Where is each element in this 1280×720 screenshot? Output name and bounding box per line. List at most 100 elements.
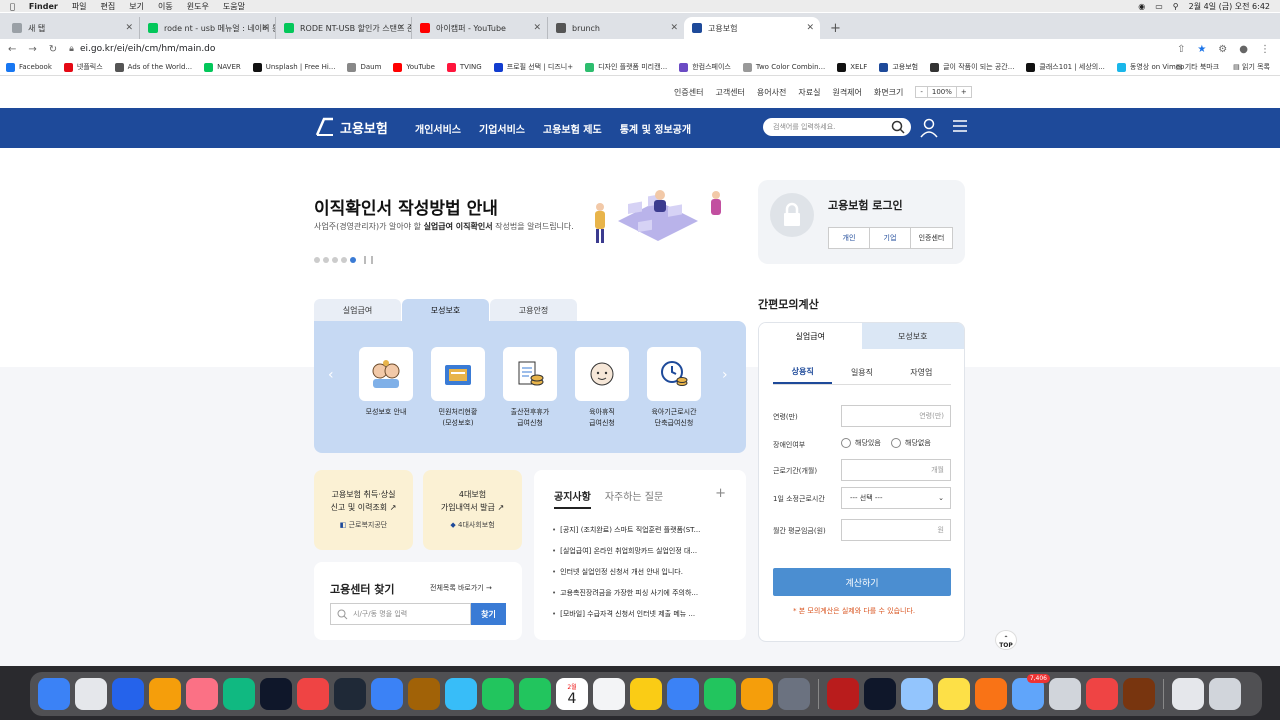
pause-icon[interactable] xyxy=(371,256,373,264)
bookmark-item[interactable]: Daum xyxy=(347,62,381,72)
dock-app-icon[interactable] xyxy=(149,678,181,710)
center-search-button[interactable]: 찾기 xyxy=(471,603,506,625)
bookmark-item[interactable]: 프로필 선택 | 디즈니+ xyxy=(493,62,573,72)
calc-tab-unemployment[interactable]: 실업급여 xyxy=(759,323,862,349)
forward-icon[interactable]: → xyxy=(28,44,36,55)
service-maternity-info[interactable]: 모성보호 안내 xyxy=(350,347,422,418)
banner-dot[interactable] xyxy=(323,257,329,263)
pause-icon[interactable] xyxy=(364,256,366,264)
bookmark-item[interactable]: XELF xyxy=(837,62,867,72)
radio-disabled-no[interactable]: 해당없음 xyxy=(891,438,931,448)
util-cert[interactable]: 인증센터 xyxy=(674,87,703,98)
login-cert-button[interactable]: 인증센터 xyxy=(911,228,952,248)
wage-input[interactable]: 원 xyxy=(841,519,951,541)
notice-item[interactable]: [공지] (조치완료) 스마트 직업훈련 플랫폼(ST... xyxy=(552,525,730,546)
dock-app-icon[interactable] xyxy=(297,678,329,710)
dock-app-icon[interactable] xyxy=(1086,678,1118,710)
dock-app-icon[interactable] xyxy=(445,678,477,710)
reload-icon[interactable]: ↻ xyxy=(49,44,57,55)
notice-item[interactable]: 인터넷 실업인정 신청서 개선 안내 입니다. xyxy=(552,567,730,588)
dock-app-icon[interactable] xyxy=(593,678,625,710)
dock-app-icon[interactable] xyxy=(864,678,896,710)
tab-new[interactable]: 새 탭 ✕ xyxy=(4,17,140,39)
dock-app-icon[interactable] xyxy=(778,678,810,710)
service-parental-leave[interactable]: 육아휴직 급여신청 xyxy=(566,347,638,429)
dock-app-icon[interactable] xyxy=(938,678,970,710)
menu-finder[interactable]: Finder xyxy=(29,2,58,11)
bookmark-item[interactable]: 한컴스페이스 xyxy=(679,62,731,72)
bookmark-item[interactable]: 클래스101 | 세상의... xyxy=(1026,62,1105,72)
tab-naver-shopping[interactable]: RODE NT-USB 할인가 스탠드 존문 ✕ xyxy=(276,17,412,39)
login-personal-button[interactable]: 개인 xyxy=(829,228,870,248)
tab-naver-search[interactable]: rode nt - usb 메뉴얼 : 네이버 통합 ✕ xyxy=(140,17,276,39)
quick-link-4insurance[interactable]: 4대보험 가입내역서 발급 ↗ ◆ 4대사회보험 xyxy=(423,470,522,550)
bookmark-item[interactable]: Facebook xyxy=(6,62,52,72)
site-logo[interactable]: 고용보험 xyxy=(314,117,388,137)
banner-dot[interactable] xyxy=(332,257,338,263)
scroll-top-button[interactable]: ⌃ TOP xyxy=(995,630,1017,650)
hamburger-menu-icon[interactable] xyxy=(952,118,968,134)
close-icon[interactable]: ✕ xyxy=(125,23,133,33)
period-input[interactable]: 개월 xyxy=(841,459,951,481)
hours-select[interactable]: --- 선택 --- ⌄ xyxy=(841,487,951,509)
menu-file[interactable]: 파일 xyxy=(72,1,87,12)
age-input[interactable]: 연령(만) xyxy=(841,405,951,427)
login-business-button[interactable]: 기업 xyxy=(870,228,911,248)
radio-disabled-yes[interactable]: 해당있음 xyxy=(841,438,881,448)
bookmark-item[interactable]: 디자인 플랫폼 미리캔... xyxy=(585,62,667,72)
more-icon[interactable]: ⋮ xyxy=(1260,44,1270,55)
calc-subtab-self[interactable]: 자영업 xyxy=(892,360,951,384)
wifi-icon[interactable]: ◉ xyxy=(1138,2,1145,11)
dock-app-icon[interactable] xyxy=(482,678,514,710)
dock-app-icon[interactable] xyxy=(223,678,255,710)
tab-unemployment[interactable]: 실업급여 xyxy=(314,299,401,321)
dock-app-icon[interactable] xyxy=(519,678,551,710)
menu-view[interactable]: 보기 xyxy=(129,1,144,12)
tab-maternity[interactable]: 모성보호 xyxy=(402,299,489,321)
banner-dot[interactable] xyxy=(341,257,347,263)
bookmark-item[interactable]: YouTube xyxy=(393,62,435,72)
dock-app-icon[interactable] xyxy=(630,678,662,710)
calendar-icon[interactable]: 2월 4 xyxy=(556,678,588,710)
close-icon[interactable]: ✕ xyxy=(806,23,814,33)
dock-app-icon[interactable] xyxy=(75,678,107,710)
bookmark-item[interactable]: 동영상 on Vimeo xyxy=(1116,62,1184,72)
trash-icon[interactable] xyxy=(1172,678,1204,710)
bookmark-item[interactable]: Two Color Combin... xyxy=(742,62,825,72)
extensions-icon[interactable]: ⚙ xyxy=(1218,44,1227,55)
dock-app-icon[interactable] xyxy=(371,678,403,710)
close-icon[interactable]: ✕ xyxy=(397,23,405,33)
dock-app-icon[interactable] xyxy=(112,678,144,710)
gnb-business[interactable]: 기업서비스 xyxy=(479,121,525,136)
bookmark-item[interactable]: Ads of the World... xyxy=(114,62,192,72)
tab-notice[interactable]: 공지사항 xyxy=(554,488,591,509)
close-icon[interactable]: ✕ xyxy=(670,23,678,33)
apple-icon[interactable]:  xyxy=(10,2,15,11)
tab-brunch[interactable]: brunch ✕ xyxy=(548,17,684,39)
bookmark-item[interactable]: 고용보험 xyxy=(879,62,918,72)
banner-dot-active[interactable] xyxy=(350,257,356,263)
banner-dot[interactable] xyxy=(314,257,320,263)
util-glossary[interactable]: 용어사전 xyxy=(757,87,786,98)
tab-goyongbohum[interactable]: 고용보험 ✕ xyxy=(684,17,820,39)
quick-link-insurance-report[interactable]: 고용보험 취득·상실 신고 및 이력조회 ↗ ◧ 근로복지공단 xyxy=(314,470,413,550)
banner-title[interactable]: 이직확인서 작성방법 안내 xyxy=(314,194,498,219)
chevron-right-icon[interactable]: › xyxy=(722,367,728,383)
tab-employment-stability[interactable]: 고용안정 xyxy=(490,299,577,321)
dock-app-icon[interactable] xyxy=(827,678,859,710)
util-remote[interactable]: 원격제어 xyxy=(832,87,861,98)
dock-app-icon[interactable] xyxy=(260,678,292,710)
bookmark-folder[interactable]: ▤ 기타 북마크 xyxy=(1176,62,1219,72)
bookmark-folder[interactable]: ▤ 읽기 목록 xyxy=(1233,62,1270,72)
notice-item[interactable]: [모바일] 수급자격 신청서 인터넷 제출 메뉴 ... xyxy=(552,609,730,630)
util-archive[interactable]: 자료실 xyxy=(798,87,820,98)
dock-app-icon[interactable] xyxy=(975,678,1007,710)
menu-edit[interactable]: 편집 xyxy=(101,1,116,12)
bookmark-item[interactable]: NAVER xyxy=(204,62,241,72)
gnb-search-input[interactable]: 검색어를 입력하세요. xyxy=(763,118,911,136)
service-maternity-leave[interactable]: 출산전후휴가 급여신청 xyxy=(494,347,566,429)
close-icon[interactable]: ✕ xyxy=(261,23,269,33)
dock-app-icon[interactable] xyxy=(186,678,218,710)
new-tab-button[interactable]: + xyxy=(820,17,851,39)
search-icon[interactable] xyxy=(891,120,905,134)
